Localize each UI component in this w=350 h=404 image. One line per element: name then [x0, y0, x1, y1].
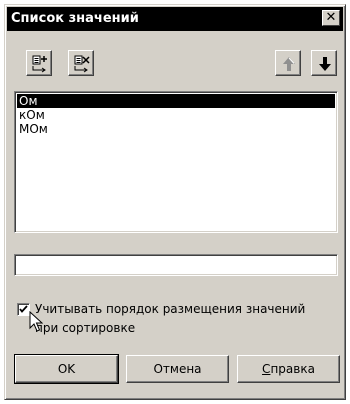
- help-button-label: правка: [270, 362, 315, 376]
- list-item[interactable]: Ом: [17, 94, 335, 108]
- close-button[interactable]: ✕: [322, 10, 340, 26]
- cancel-button[interactable]: Отмена: [126, 355, 229, 383]
- move-down-button[interactable]: [311, 50, 337, 76]
- move-up-button[interactable]: [275, 50, 301, 76]
- ok-button[interactable]: OK: [14, 354, 119, 384]
- values-listbox[interactable]: Ом кОм МОм: [14, 91, 338, 233]
- value-input[interactable]: [14, 254, 338, 276]
- title-bar[interactable]: Список значений ✕: [7, 7, 343, 31]
- help-button[interactable]: Справка: [237, 355, 340, 383]
- arrow-down-icon: [319, 57, 331, 71]
- close-icon: ✕: [325, 10, 337, 25]
- delete-item-button[interactable]: [68, 50, 94, 76]
- list-item[interactable]: МОм: [17, 122, 335, 136]
- delete-item-icon: [74, 55, 90, 73]
- checkbox-label-line1[interactable]: Учитывать порядок размещения значений: [35, 302, 305, 316]
- add-item-icon: [32, 55, 47, 73]
- arrow-up-icon: [283, 57, 295, 71]
- mouse-cursor-icon: [29, 311, 43, 332]
- checkmark-icon: [19, 305, 28, 313]
- dialog-title: Список значений: [11, 11, 139, 26]
- add-item-button[interactable]: [26, 50, 52, 76]
- checkbox-label-line2[interactable]: при сортировке: [35, 321, 135, 335]
- cancel-button-label: Отмена: [153, 362, 202, 376]
- ok-button-label: OK: [57, 362, 76, 376]
- list-item[interactable]: кОм: [17, 108, 335, 122]
